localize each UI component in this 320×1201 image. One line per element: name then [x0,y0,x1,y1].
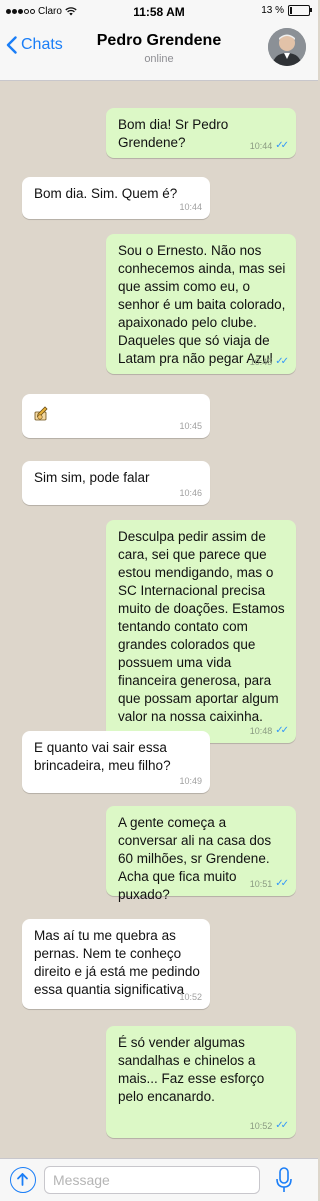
message-text: Sim sim, pode falar [34,470,150,485]
read-receipt-icon: ✓✓ [275,140,289,151]
message-bubble-incoming[interactable]: Bom dia. Sim. Quem é? 10:44 [22,177,210,219]
message-text: Desculpa pedir assim de cara, sei que pa… [118,529,285,724]
avatar[interactable] [268,28,306,66]
message-text: Sou o Ernesto. Não nos conhecemos ainda,… [118,243,286,366]
upload-button[interactable] [10,1167,36,1193]
read-receipt-icon: ✓✓ [275,878,289,889]
back-label: Chats [21,36,63,53]
message-bubble-outgoing[interactable]: É só vender algumas sandalhas e chinelos… [106,1026,296,1138]
message-time: 10:52 [179,992,202,1002]
chat-header: Chats Pedro Grendene online [0,24,318,81]
message-bubble-outgoing[interactable]: Bom dia! Sr Pedro Grendene? 10:44 ✓✓ [106,108,296,158]
back-button[interactable]: Chats [6,36,63,54]
message-time: 10:45 [179,421,202,431]
upload-arrow-icon [17,1173,28,1186]
battery-icon [288,5,312,16]
message-bubble-outgoing[interactable]: Sou o Ernesto. Não nos conhecemos ainda,… [106,234,296,374]
chevron-left-icon [6,36,17,54]
read-receipt-icon: ✓✓ [275,356,289,367]
message-bubble-outgoing[interactable]: Desculpa pedir assim de cara, sei que pa… [106,520,296,743]
message-time: 10:52 [249,1121,273,1131]
message-time: 10:51 [249,879,273,889]
message-text: Mas aí tu me quebra as pernas. Nem te co… [34,928,200,997]
battery-percent: 13 % [261,5,284,16]
message-bubble-incoming[interactable]: Mas aí tu me quebra as pernas. Nem te co… [22,919,210,1009]
status-bar: Claro 11:58 AM 13 % [0,0,318,24]
microphone-icon[interactable] [274,1166,294,1194]
contact-status: online [144,53,174,65]
read-receipt-icon: ✓✓ [275,725,289,736]
read-receipt-icon: ✓✓ [275,1120,289,1131]
message-bubble-incoming[interactable]: 10:45 [22,394,210,438]
battery-status: 13 % [261,5,312,16]
person-photo-icon [268,28,306,66]
message-time: 10:48 [249,726,273,736]
writing-hand-emoji-icon [34,406,48,421]
message-time: 10:45 [249,357,273,367]
message-text: A gente começa a conversar ali na casa d… [118,815,272,902]
message-list[interactable]: Bom dia! Sr Pedro Grendene? 10:44 ✓✓ Bom … [0,81,318,1158]
message-time: 10:49 [179,776,202,786]
message-text: Bom dia! Sr Pedro Grendene? [118,117,229,150]
contact-info[interactable]: Pedro Grendene online [70,32,248,65]
message-composer [0,1158,318,1201]
message-time: 10:46 [179,488,202,498]
message-time: 10:44 [249,141,273,151]
message-bubble-outgoing[interactable]: A gente começa a conversar ali na casa d… [106,806,296,902]
contact-name: Pedro Grendene [96,32,222,49]
message-bubble-incoming[interactable]: E quanto vai sair essa brincadeira, meu … [22,731,210,793]
message-time: 10:44 [179,202,202,212]
message-text: Bom dia. Sim. Quem é? [34,186,178,201]
message-input[interactable] [44,1166,260,1194]
message-text: É só vender algumas sandalhas e chinelos… [118,1035,265,1104]
message-bubble-incoming[interactable]: Sim sim, pode falar 10:46 [22,461,210,505]
message-text: E quanto vai sair essa brincadeira, meu … [34,740,171,773]
